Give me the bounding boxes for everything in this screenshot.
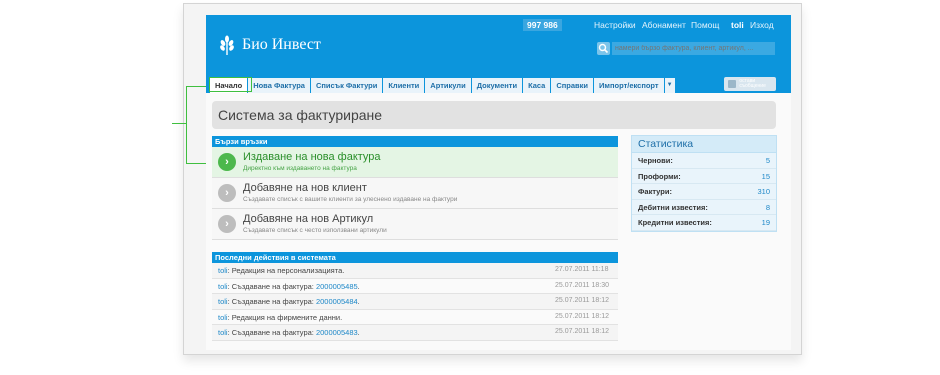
stat-label: Дебитни известия: <box>638 202 708 212</box>
action-description: : Създаване на фактура: <box>227 281 316 291</box>
list-item: toli: Редакция на фирмените данни. 25.07… <box>212 310 618 325</box>
stat-row-proformas[interactable]: Проформи: 15 <box>632 169 776 184</box>
quick-link-new-invoice[interactable]: › Издаване на нова фактура Директно към … <box>212 147 618 178</box>
help-link[interactable]: Помощ <box>691 20 719 30</box>
list-item: toli: Създаване на фактура: 2000005485. … <box>212 279 618 294</box>
top-bar: 997 986 Настройки Абонамент Помощ toli И… <box>206 19 791 33</box>
list-item: toli: Редакция на персонализацията. 27.0… <box>212 263 618 279</box>
wheat-icon <box>220 35 234 55</box>
quick-link-title: Издаване на нова фактура <box>243 151 381 163</box>
search-box <box>597 42 777 56</box>
tab-cash[interactable]: Каса <box>523 78 552 93</box>
recent-actions-list: toli: Редакция на персонализацията. 27.0… <box>212 263 618 341</box>
arrow-right-icon: › <box>218 153 236 171</box>
action-date: 25.07.2011 18:12 <box>555 297 609 304</box>
quick-links-heading: Бързи връзки <box>212 136 618 147</box>
tab-documents[interactable]: Документи <box>471 78 524 93</box>
invoice-link[interactable]: 2000005485 <box>316 282 358 291</box>
quick-link-subtitle: Създавате списък с вашите клиенти за уле… <box>243 196 458 203</box>
stat-row-debit-notes[interactable]: Дебитни известия: 8 <box>632 200 776 215</box>
leave-message-label: остави съобщение <box>739 78 766 89</box>
app-window: Био Инвест 997 986 Настройки Абонамент П… <box>206 15 791 350</box>
brand-logo[interactable]: Био Инвест <box>218 33 348 57</box>
statistics-title: Статистика <box>632 136 776 153</box>
callout-line <box>186 86 187 163</box>
stat-row-credit-notes[interactable]: Кредитни известия: 19 <box>632 215 776 231</box>
leave-message-button[interactable]: остави съобщение <box>724 77 776 91</box>
stat-value[interactable]: 15 <box>762 172 770 181</box>
tab-reports[interactable]: Справки <box>551 78 595 93</box>
action-date: 25.07.2011 18:12 <box>555 328 609 335</box>
list-item: toli: Създаване на фактура: 2000005483. … <box>212 325 618 341</box>
message-icon <box>728 80 737 88</box>
action-description: : Редакция на фирмените данни. <box>227 312 343 322</box>
tab-import-export[interactable]: Импорт/експорт <box>594 78 665 93</box>
stat-label: Фактури: <box>638 187 672 196</box>
action-date: 25.07.2011 18:12 <box>555 312 609 320</box>
user-link[interactable]: toli <box>218 297 228 306</box>
stat-row-invoices[interactable]: Фактури: 310 <box>632 184 776 200</box>
quick-link-new-article[interactable]: › Добавяне на нов Артикул Създавате спис… <box>212 209 618 240</box>
search-icon[interactable] <box>597 42 610 55</box>
quick-link-subtitle: Създавате списък с често използвани арти… <box>243 227 387 234</box>
settings-link[interactable]: Настройки <box>594 20 636 30</box>
app-header: Био Инвест 997 986 Настройки Абонамент П… <box>206 15 791 93</box>
statistics-panel: Статистика Чернови: 5 Проформи: 15 Факту… <box>631 135 777 232</box>
tab-clients[interactable]: Клиенти <box>383 78 426 93</box>
action-text: toli: Редакция на фирмените данни. <box>218 313 342 322</box>
quick-link-new-client[interactable]: › Добавяне на нов клиент Създавате списъ… <box>212 178 618 209</box>
action-description: : Създаване на фактура: <box>227 297 316 306</box>
quick-links-panel: Бързи връзки › Издаване на нова фактура … <box>212 136 618 240</box>
action-description: : Редакция на персонализацията. <box>227 266 345 275</box>
stat-label: Проформи: <box>638 171 681 181</box>
page-title-bar: Система за фактуриране <box>212 101 776 129</box>
main-nav: Начало Нова Фактура Списък Фактури Клиен… <box>210 78 676 93</box>
recent-actions-heading: Последни действия в системата <box>212 252 618 263</box>
quick-link-title: Добавяне на нов клиент <box>243 182 367 194</box>
brand-name: Био Инвест <box>242 36 321 53</box>
search-input[interactable] <box>612 42 775 55</box>
tab-new-invoice[interactable]: Нова Фактура <box>248 78 311 93</box>
subscription-link[interactable]: Абонамент <box>642 20 686 30</box>
callout-line <box>172 123 186 124</box>
logout-link[interactable]: Изход <box>750 20 774 30</box>
user-name[interactable]: toli <box>731 20 744 30</box>
user-link[interactable]: toli <box>218 328 228 337</box>
action-date: 25.07.2011 18:30 <box>555 281 609 289</box>
action-text: toli: Създаване на фактура: 2000005485. <box>218 281 360 291</box>
arrow-right-icon: › <box>218 215 236 233</box>
arrow-right-icon: › <box>218 184 236 202</box>
action-text: toli: Създаване на фактура: 2000005483. <box>218 328 360 337</box>
action-text: toli: Редакция на персонализацията. <box>218 266 344 275</box>
action-text: toli: Създаване на фактура: 2000005484. <box>218 297 360 306</box>
nav-more-chevron-icon[interactable]: ▼ <box>664 78 676 93</box>
action-date: 27.07.2011 11:18 <box>555 266 609 273</box>
tab-invoice-list[interactable]: Списък Фактури <box>310 78 384 93</box>
quick-link-title: Добавяне на нов Артикул <box>243 213 374 225</box>
user-link[interactable]: toli <box>218 313 228 322</box>
invoice-link[interactable]: 2000005483 <box>316 328 358 337</box>
stat-row-drafts[interactable]: Чернови: 5 <box>632 153 776 169</box>
recent-actions-panel: Последни действия в системата toli: Реда… <box>212 252 618 341</box>
stat-value[interactable]: 8 <box>766 203 770 212</box>
stat-value[interactable]: 19 <box>762 218 770 227</box>
action-description: : Създаване на фактура: <box>227 328 316 337</box>
list-item: toli: Създаване на фактура: 2000005484. … <box>212 294 618 310</box>
stat-value[interactable]: 310 <box>757 187 770 196</box>
tab-articles[interactable]: Артикули <box>425 78 472 93</box>
stat-value[interactable]: 5 <box>766 156 770 165</box>
counter-badge: 997 986 <box>523 19 562 31</box>
page-title: Система за фактуриране <box>218 107 383 123</box>
quick-link-subtitle: Директно към издаването на фактура <box>243 165 357 172</box>
stat-label: Чернови: <box>638 156 673 165</box>
invoice-link[interactable]: 2000005484 <box>316 297 358 306</box>
stat-label: Кредитни известия: <box>638 218 712 227</box>
callout-highlight-box <box>209 77 252 92</box>
user-link[interactable]: toli <box>218 282 228 291</box>
user-link[interactable]: toli <box>218 266 228 275</box>
